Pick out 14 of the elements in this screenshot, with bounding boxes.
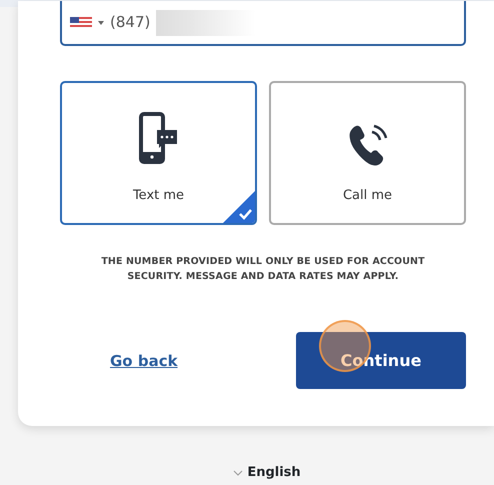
phone-field[interactable]: (847) — [60, 1, 466, 46]
flag-icon — [70, 16, 92, 28]
disclaimer-text: THE NUMBER PROVIDED WILL ONLY BE USED FOR ACCOUNT SECURITY. MESSAGE AND DATA RATES MAY APPLY. — [100, 255, 426, 284]
go-back-link[interactable]: Go back — [60, 350, 296, 372]
option-label: Text me — [132, 186, 184, 204]
chevron-down-icon — [233, 470, 244, 476]
language-link[interactable]: English — [247, 463, 301, 482]
check-icon — [222, 190, 255, 223]
phone-value: (847) — [110, 12, 150, 34]
phone-message-icon — [138, 112, 178, 166]
caret-icon[interactable] — [98, 20, 104, 24]
option-card[interactable]: Text me — [60, 81, 257, 225]
option-card[interactable]: Call me — [269, 81, 466, 225]
option-label: Call me — [342, 186, 392, 204]
